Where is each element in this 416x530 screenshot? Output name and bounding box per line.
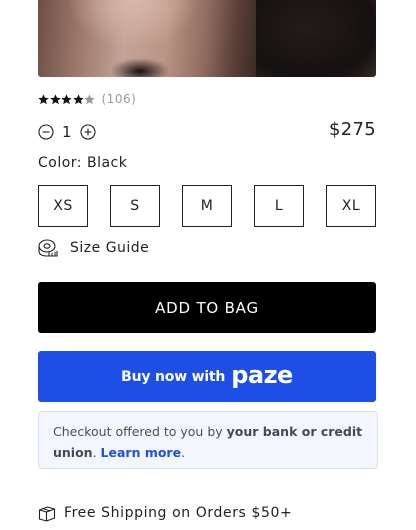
plus-circle-icon[interactable] bbox=[79, 124, 96, 140]
paze-logo: paze bbox=[231, 361, 293, 389]
star-icon bbox=[84, 93, 95, 104]
free-shipping-banner: Free Shipping on Orders $50+ bbox=[38, 502, 292, 524]
paze-button-label: Buy now with bbox=[121, 368, 226, 385]
quantity-value: 1 bbox=[62, 123, 72, 141]
rating-stars bbox=[38, 93, 96, 105]
paze-info-separator: . bbox=[92, 445, 101, 460]
star-icon bbox=[38, 93, 49, 104]
free-shipping-label: Free Shipping on Orders $50+ bbox=[64, 505, 293, 521]
size-option-xs[interactable]: XS bbox=[38, 185, 88, 227]
star-icon bbox=[49, 93, 61, 104]
star-icon bbox=[61, 93, 72, 104]
product-rating[interactable]: (106) bbox=[38, 90, 136, 108]
quantity-stepper: 1 bbox=[38, 121, 96, 143]
add-to-bag-button[interactable]: ADD TO BAG bbox=[38, 282, 376, 333]
tape-measure-icon bbox=[38, 239, 58, 257]
size-option-l[interactable]: L bbox=[254, 185, 304, 227]
buy-now-paze-button[interactable]: Buy now with paze bbox=[38, 351, 376, 402]
paze-info-text: Checkout offered to you by bbox=[53, 424, 227, 439]
review-count[interactable]: (106) bbox=[102, 92, 137, 106]
product-image bbox=[38, 0, 376, 77]
size-selector: XS S M L XL bbox=[38, 185, 376, 227]
size-guide-link[interactable]: Size Guide bbox=[38, 237, 149, 259]
learn-more-link[interactable]: Learn more bbox=[101, 445, 182, 460]
box-icon bbox=[38, 506, 56, 522]
color-label: Color: Black bbox=[38, 155, 128, 171]
product-price: $275 bbox=[328, 119, 376, 140]
size-option-xl[interactable]: XL bbox=[326, 185, 376, 227]
minus-circle-icon[interactable] bbox=[38, 124, 54, 140]
paze-info-end: . bbox=[181, 445, 186, 460]
add-to-bag-label: ADD TO BAG bbox=[155, 298, 259, 317]
size-option-m[interactable]: M bbox=[182, 185, 232, 227]
size-option-s[interactable]: S bbox=[110, 185, 160, 227]
paze-info-box: Checkout offered to you by your bank or … bbox=[38, 411, 378, 469]
star-icon bbox=[72, 93, 84, 104]
size-guide-label: Size Guide bbox=[70, 240, 150, 256]
